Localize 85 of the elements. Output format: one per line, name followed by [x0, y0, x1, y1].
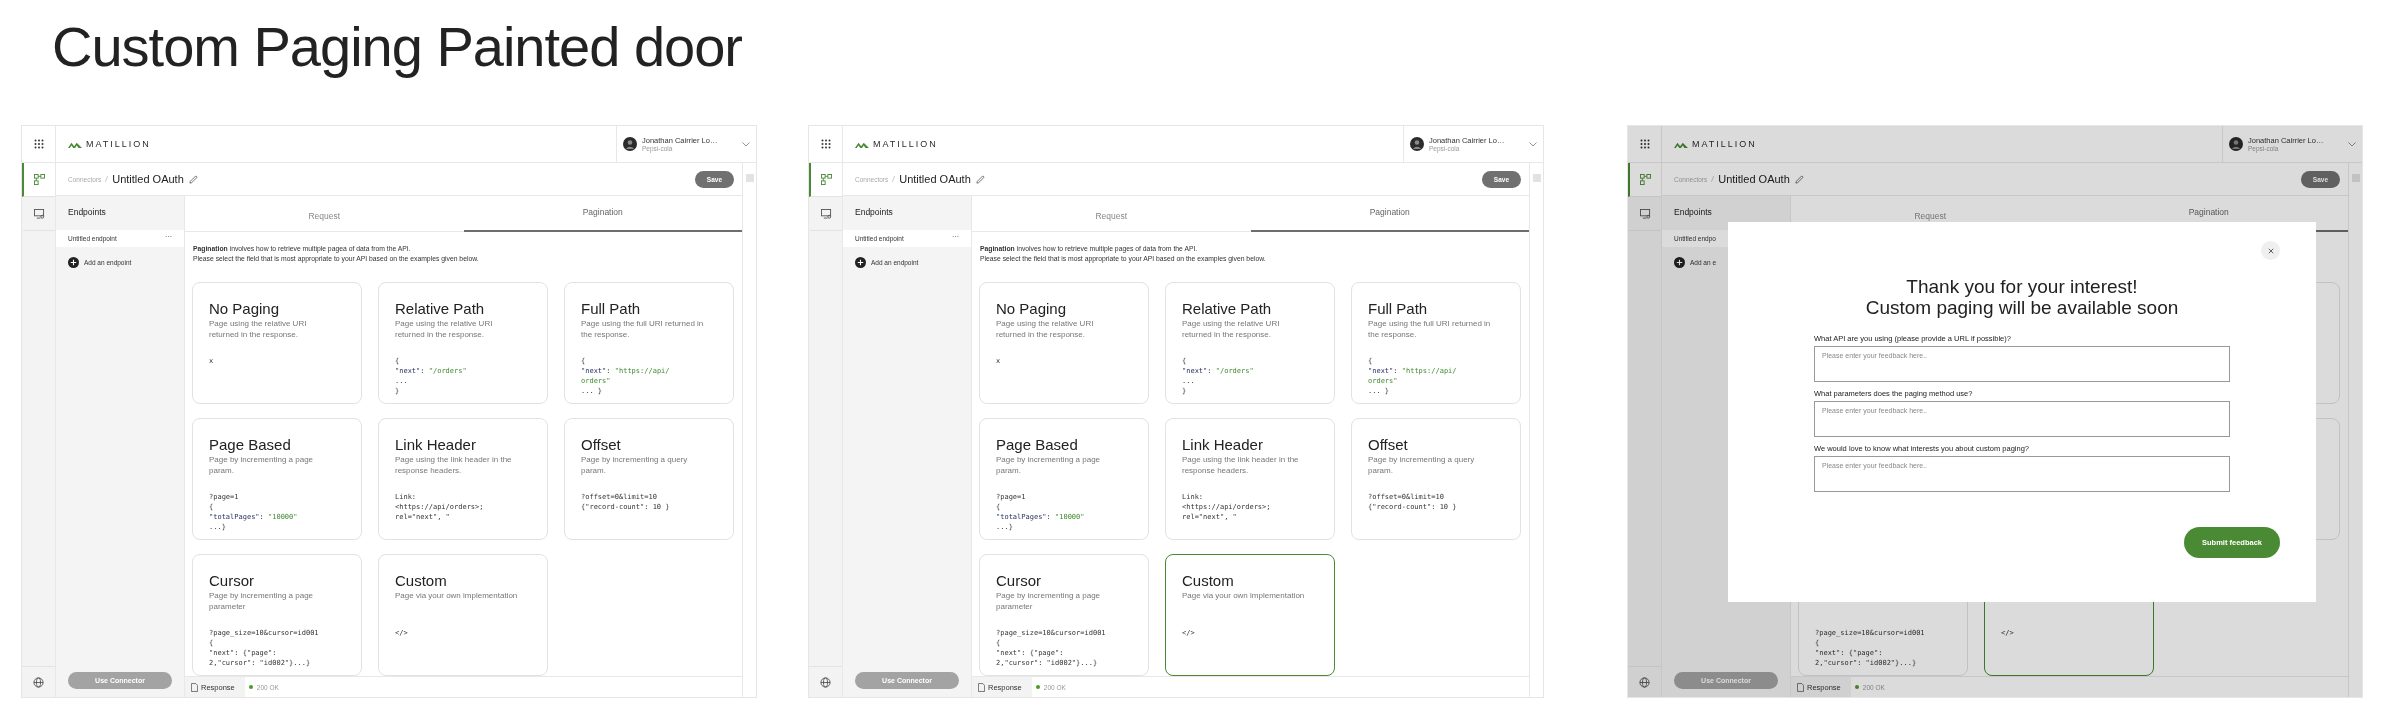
chevron-down-icon[interactable] [2348, 141, 2356, 147]
option-description: Page via your own implementation [1182, 590, 1306, 601]
option-title: Page Based [996, 436, 1079, 454]
option-description: Page using the relative URI returned in the response. [209, 318, 308, 340]
option-description: Page using the link header in the response headers. [1182, 454, 1300, 476]
brand-name: MATILLION [873, 139, 938, 149]
option-title: Link Header [1182, 436, 1264, 454]
connector-icon [1640, 174, 1651, 185]
page-title: Custom Paging Painted door [51, 14, 743, 80]
connector-icon [821, 174, 832, 185]
option-description: Page by incrementing a page parameter [209, 590, 315, 612]
status-dot [1854, 685, 1859, 689]
avatar-icon[interactable] [2229, 137, 2243, 151]
tab[interactable]: Pagination [463, 196, 742, 232]
option-title: Full Path [581, 300, 642, 318]
add-icon[interactable] [68, 257, 79, 268]
document-icon [978, 682, 985, 692]
option-description: Page using the relative URI returned in the response. [1182, 318, 1281, 340]
apps-grid-icon[interactable] [33, 139, 44, 149]
option-description: Page via your own implementation [395, 590, 519, 601]
connector-name: Untitled OAuth [899, 173, 971, 185]
option-description: Page using the link header in the response headers. [395, 454, 513, 476]
document-icon [191, 682, 198, 692]
tab[interactable]: Request [972, 196, 1251, 232]
sidebar-heading: Endpoints [854, 206, 894, 219]
option-description: Page by incrementing a page parameter [996, 590, 1102, 612]
option-description: Page using the full URI returned in the response. [1368, 318, 1492, 340]
brand-name: MATILLION [86, 139, 151, 149]
status-dot [1035, 685, 1040, 689]
option-description: Page using the full URI returned in the response. [581, 318, 705, 340]
option-title: Custom [395, 572, 448, 590]
edit-icon[interactable] [975, 174, 985, 184]
document-icon [1797, 682, 1804, 692]
monitor-icon [1640, 208, 1651, 219]
add-icon[interactable] [1674, 257, 1685, 268]
option-title: Relative Path [395, 300, 486, 318]
option-title: Offset [1368, 436, 1409, 454]
option-title: Cursor [209, 572, 255, 590]
close-button[interactable] [2261, 241, 2280, 260]
option-description: Page by incrementing a query param. [1368, 454, 1476, 476]
globe-icon[interactable] [1639, 676, 1650, 688]
option-description: Page by incrementing a page param. [996, 454, 1102, 476]
globe-icon[interactable] [820, 676, 831, 688]
avatar-icon[interactable] [1410, 137, 1424, 151]
add-icon[interactable] [855, 257, 866, 268]
option-title: Cursor [996, 572, 1042, 590]
connector-name: Untitled OAuth [1718, 173, 1790, 185]
option-title: No Paging [209, 300, 281, 318]
dialog-title: Thank you for your interest! Custom paging will be available soon [1865, 276, 2179, 318]
option-title: Offset [581, 436, 622, 454]
tab[interactable]: Request [185, 196, 464, 232]
status-dot [248, 685, 253, 689]
edit-icon[interactable] [188, 174, 198, 184]
connector-icon [34, 174, 45, 185]
monitor-icon [34, 208, 45, 219]
option-title: Custom [1182, 572, 1235, 590]
option-title: Page Based [209, 436, 292, 454]
option-title: No Paging [996, 300, 1068, 318]
option-description: Page using the relative URI returned in the response. [395, 318, 494, 340]
option-description: Page by incrementing a page param. [209, 454, 315, 476]
edit-icon[interactable] [1794, 174, 1804, 184]
logo-icon [68, 140, 82, 148]
option-title: Link Header [395, 436, 477, 454]
option-description: Page by incrementing a query param. [581, 454, 689, 476]
close-icon [2267, 247, 2274, 254]
apps-grid-icon[interactable] [1639, 139, 1650, 149]
logo-icon [855, 140, 869, 148]
option-title: Relative Path [1182, 300, 1273, 318]
option-title: Full Path [1368, 300, 1429, 318]
scrollbar-thumb[interactable] [745, 174, 754, 182]
chevron-down-icon[interactable] [1529, 141, 1537, 147]
sidebar-heading: Endpoints [1673, 206, 1713, 219]
option-description: Page using the relative URI returned in the response. [996, 318, 1095, 340]
connector-name: Untitled OAuth [112, 173, 184, 185]
tab[interactable]: Pagination [1250, 196, 1529, 232]
scrollbar-thumb[interactable] [1532, 174, 1541, 182]
avatar-icon[interactable] [623, 137, 637, 151]
chevron-down-icon[interactable] [742, 141, 750, 147]
scrollbar-thumb[interactable] [2351, 174, 2360, 182]
monitor-icon [821, 208, 832, 219]
apps-grid-icon[interactable] [820, 139, 831, 149]
sidebar-heading: Endpoints [67, 206, 107, 219]
globe-icon[interactable] [33, 676, 44, 688]
logo-icon [1674, 140, 1688, 148]
brand-name: MATILLION [1692, 139, 1757, 149]
